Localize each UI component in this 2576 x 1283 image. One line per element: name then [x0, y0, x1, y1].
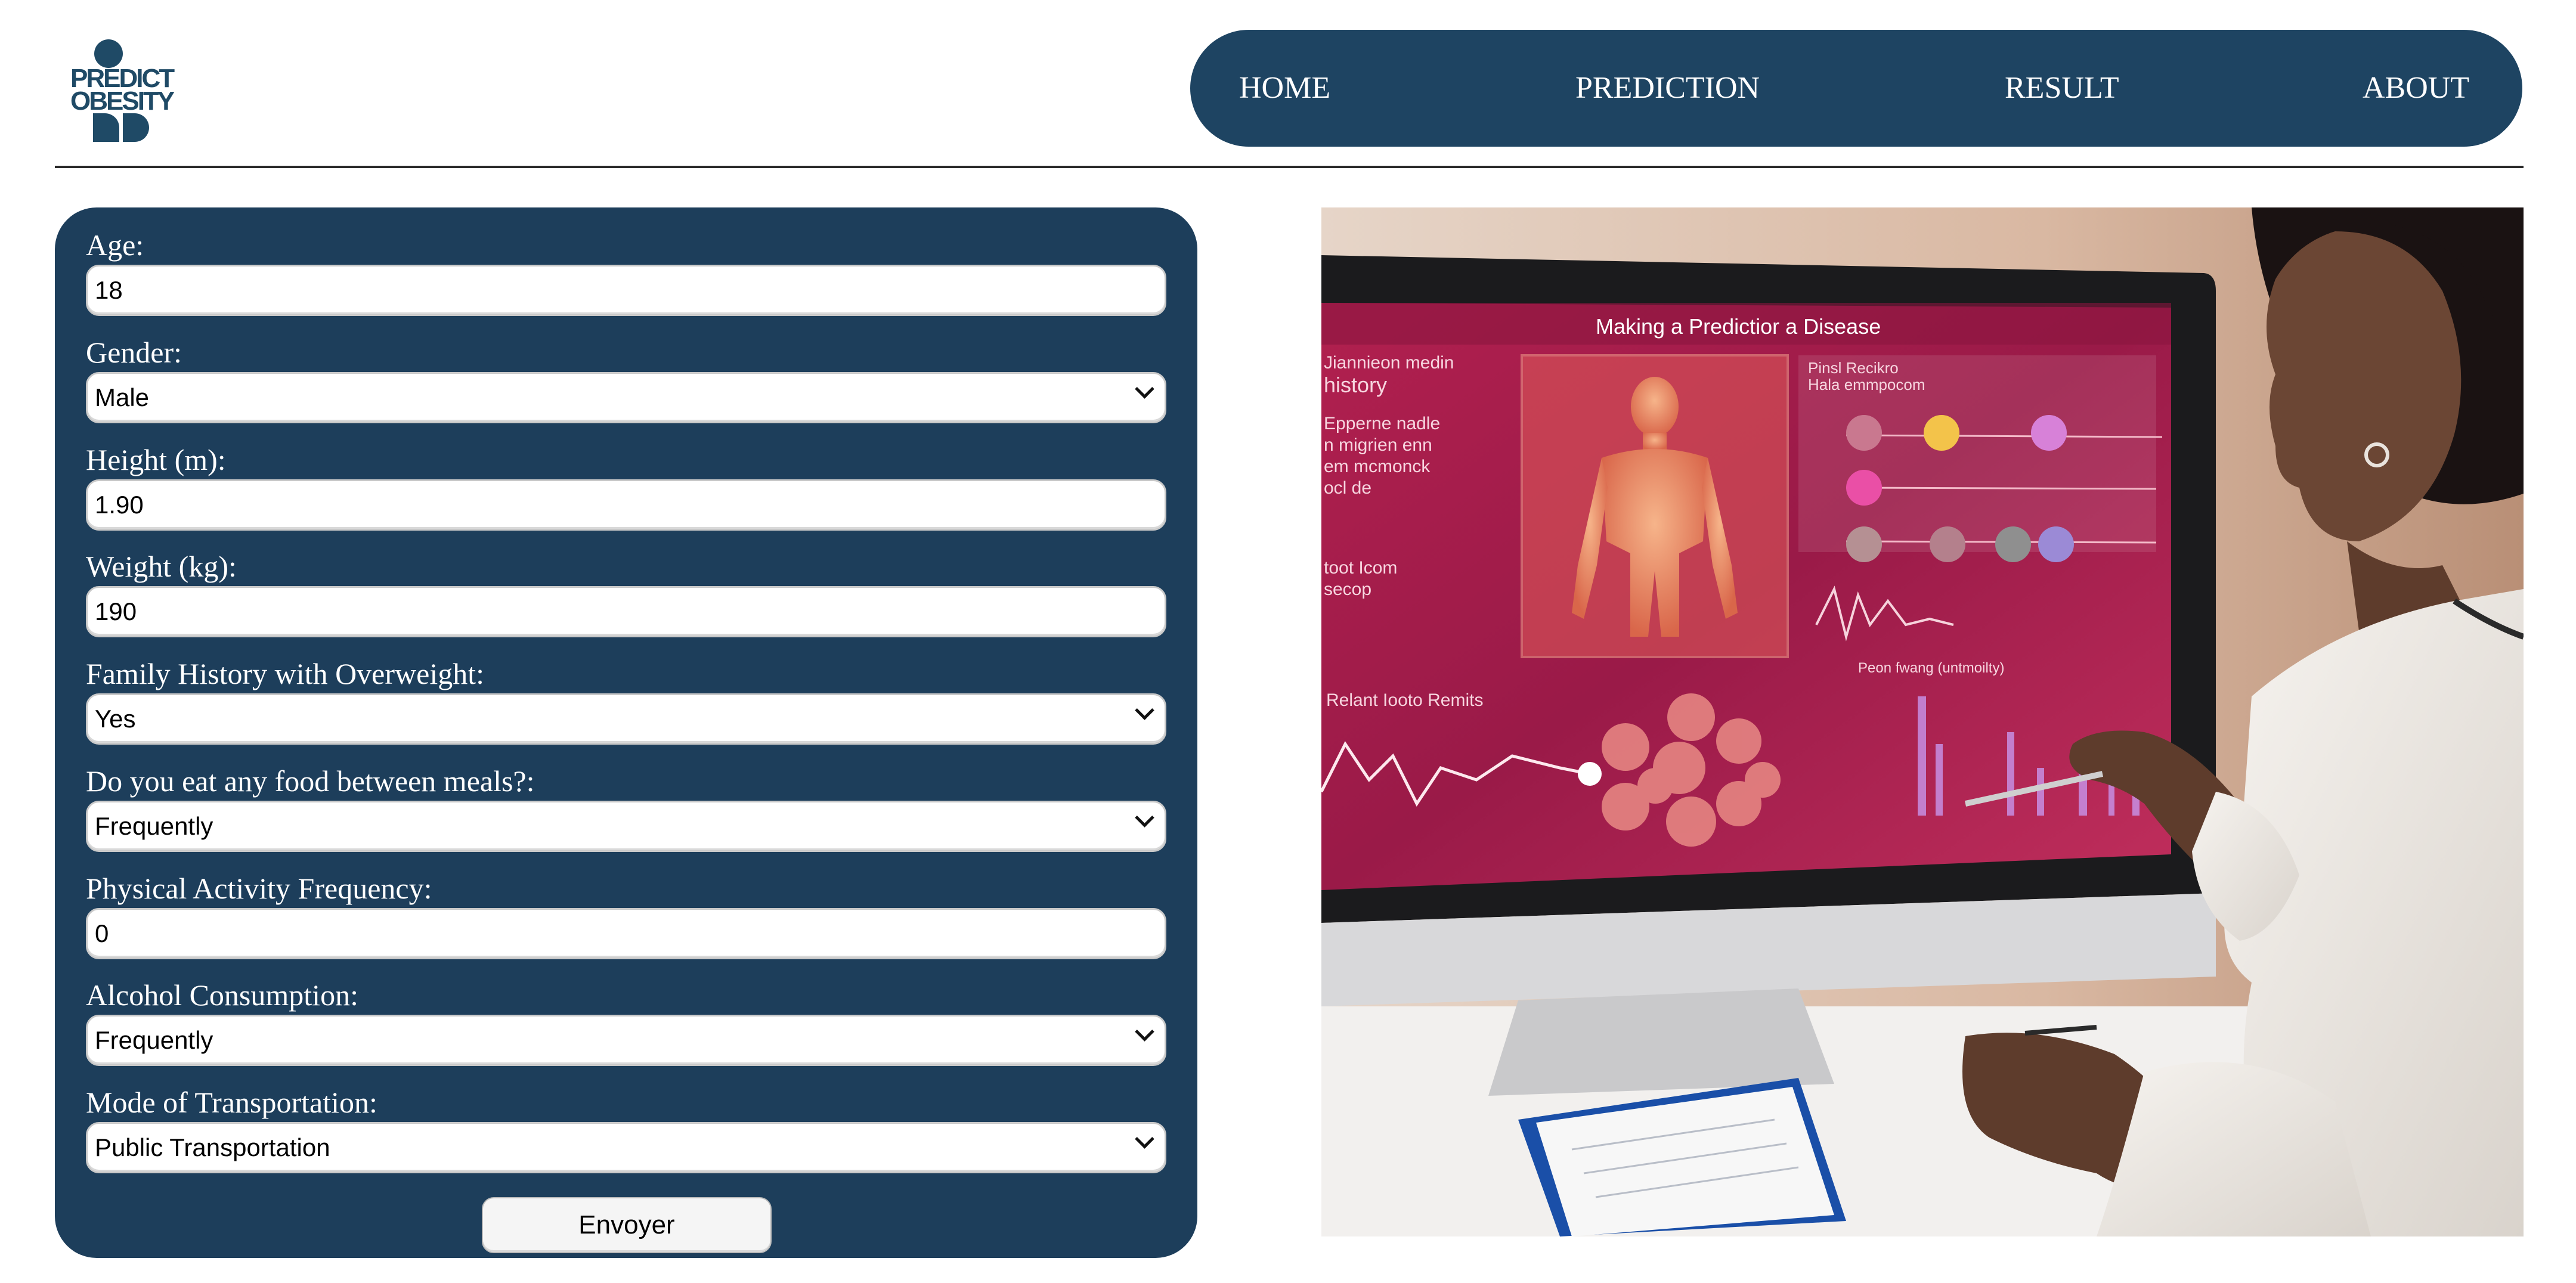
prediction-form: Age: Gender: Male Height (m): Weight (kg…	[55, 207, 1197, 1258]
family-history-select-value: Yes	[95, 705, 136, 733]
nav-about-link[interactable]: ABOUT	[2363, 30, 2469, 147]
screen-left-text-5: em mcmonck	[1324, 457, 1431, 476]
age-input[interactable]	[86, 265, 1166, 316]
submit-button[interactable]: Envoyer	[482, 1197, 772, 1253]
alcohol-select-value: Frequently	[95, 1026, 213, 1054]
family-history-label: Family History with Overweight:	[86, 657, 484, 690]
doctor-illustration: Making a Predictior a Disease Jiannieon …	[1321, 207, 2524, 1236]
brand-logo[interactable]: PREDICT OBESITY	[67, 39, 186, 144]
screen-left-text-2: history	[1324, 373, 1387, 397]
gender-select-value: Male	[95, 383, 150, 411]
nav-result-link[interactable]: RESULT	[2005, 30, 2119, 147]
screen-left-text-7: toot Icom	[1324, 558, 1397, 578]
screen-left-text-6: ocl de	[1324, 478, 1371, 498]
logo-mark-blocks	[93, 113, 150, 142]
logo-text-line2: OBESITY	[70, 86, 175, 116]
screen-left-text-4: n migrien enn	[1324, 435, 1432, 455]
height-label: Height (m):	[86, 443, 226, 476]
transport-select[interactable]: Public Transportation	[86, 1122, 1166, 1173]
chevron-down-icon	[1135, 808, 1154, 828]
snacking-label: Do you eat any food between meals?:	[86, 764, 535, 798]
screen-left-text-1: Jiannieon medin	[1324, 353, 1454, 373]
snacking-select-value: Frequently	[95, 812, 213, 840]
screen-left-text-3: Epperne nadle	[1324, 414, 1440, 433]
age-label: Age:	[86, 228, 144, 262]
screen-chart-label: Peon fwang (untmoilty)	[1858, 660, 2004, 676]
nav-home-link[interactable]: HOME	[1239, 30, 1330, 147]
screen-panel-label-1: Pinsl Recikro	[1808, 359, 1899, 377]
height-input[interactable]	[86, 479, 1166, 531]
family-history-select[interactable]: Yes	[86, 693, 1166, 745]
alcohol-select[interactable]: Frequently	[86, 1015, 1166, 1066]
gender-label: Gender:	[86, 336, 182, 369]
screen-panel-label-2: Hala emmpocom	[1808, 376, 1925, 393]
chevron-down-icon	[1135, 1022, 1154, 1042]
screen-title: Making a Predictior a Disease	[1596, 314, 1881, 339]
snacking-select[interactable]: Frequently	[86, 801, 1166, 852]
activity-label: Physical Activity Frequency:	[86, 872, 432, 905]
screen-left-text-8: secop	[1324, 579, 1371, 599]
activity-input[interactable]	[86, 908, 1166, 959]
chevron-down-icon	[1135, 1129, 1154, 1149]
weight-input[interactable]	[86, 586, 1166, 637]
weight-label: Weight (kg):	[86, 550, 237, 583]
hero-image: Making a Predictior a Disease Jiannieon …	[1321, 207, 2524, 1236]
gender-select[interactable]: Male	[86, 372, 1166, 423]
chevron-down-icon	[1135, 701, 1154, 720]
main-navbar: HOME PREDICTION RESULT ABOUT	[1190, 30, 2522, 147]
chevron-down-icon	[1135, 379, 1154, 399]
nav-prediction-link[interactable]: PREDICTION	[1575, 30, 1760, 147]
alcohol-label: Alcohol Consumption:	[86, 978, 358, 1012]
screen-bottom-left-label: Relant Iooto Remits	[1326, 690, 1483, 710]
header-divider	[55, 166, 2524, 168]
transport-label: Mode of Transportation:	[86, 1086, 377, 1119]
transport-select-value: Public Transportation	[95, 1133, 330, 1161]
